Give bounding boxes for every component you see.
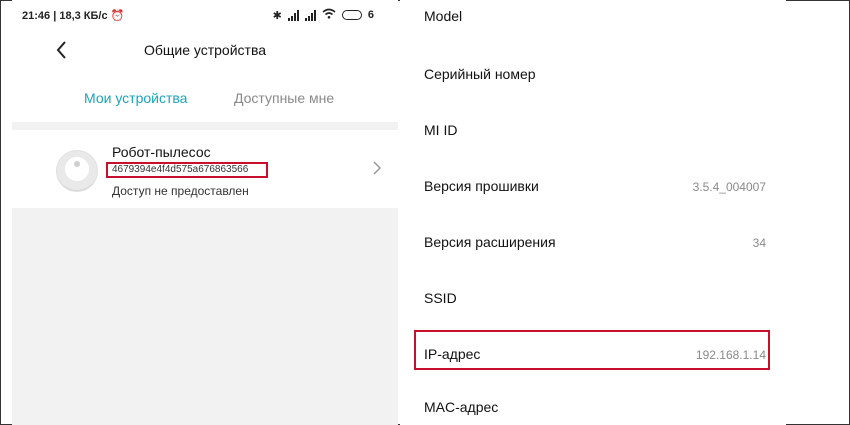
status-time-speed: 21:46 | 18,3 КБ/с ⏰ <box>22 10 125 22</box>
info-label: Версия прошивки <box>424 178 539 194</box>
tab-bar: Мои устройства Доступные мне <box>12 88 398 112</box>
status-time: 21:46 <box>22 10 51 22</box>
battery-icon <box>341 10 362 20</box>
info-row-serial[interactable]: Серийный номер <box>400 56 786 112</box>
info-label: Версия расширения <box>424 234 556 250</box>
highlight-box <box>414 330 770 370</box>
info-label: MI ID <box>424 122 458 138</box>
signal-icon <box>287 9 299 21</box>
device-list-item[interactable]: Робот-пылесос 4679394e4f4d575a676863566 … <box>12 130 398 208</box>
info-label: SSID <box>424 290 457 306</box>
info-row-extension[interactable]: Версия расширения 34 <box>400 224 786 280</box>
robot-vacuum-icon <box>56 150 98 192</box>
info-row-model[interactable]: Model <box>400 0 786 56</box>
chevron-right-icon <box>373 161 382 175</box>
info-label: MAC-адрес <box>424 399 499 415</box>
shared-devices-screen: 21:46 | 18,3 КБ/с ⏰ ✱ 6 Общие устройства… <box>12 0 398 425</box>
device-info-screen: Model Серийный номер MI ID Версия прошив… <box>400 0 786 425</box>
info-row-mac[interactable]: MAC-адрес <box>400 392 786 425</box>
page-title: Общие устройства <box>143 42 267 58</box>
info-row-mi-id[interactable]: MI ID <box>400 112 786 168</box>
tab-my-devices[interactable]: Мои устройства <box>84 90 187 106</box>
header: Общие устройства <box>12 34 398 70</box>
alarm-icon: ⏰ <box>110 10 125 22</box>
wifi-icon <box>322 8 336 22</box>
device-status: Доступ не предоставлен <box>112 184 249 198</box>
device-name: Робот-пылесос <box>112 144 211 160</box>
device-id: 4679394e4f4d575a676863566 <box>106 162 268 178</box>
info-row-firmware[interactable]: Версия прошивки 3.5.4_004007 <box>400 168 786 224</box>
battery-level: 6 <box>367 9 374 21</box>
bluetooth-icon: ✱ <box>272 9 282 22</box>
info-row-ssid[interactable]: SSID <box>400 280 786 336</box>
status-speed: 18,3 КБ/с <box>59 10 108 22</box>
info-label: Model <box>424 8 463 24</box>
status-bar: 21:46 | 18,3 КБ/с ⏰ ✱ 6 <box>12 0 398 34</box>
info-label: Серийный номер <box>424 66 536 82</box>
signal-icon-2 <box>304 9 316 21</box>
info-value: 3.5.4_004007 <box>692 180 766 194</box>
status-icons: ✱ 6 <box>273 8 374 22</box>
tab-shared-with-me[interactable]: Доступные мне <box>234 90 334 106</box>
info-value: 34 <box>752 236 766 250</box>
